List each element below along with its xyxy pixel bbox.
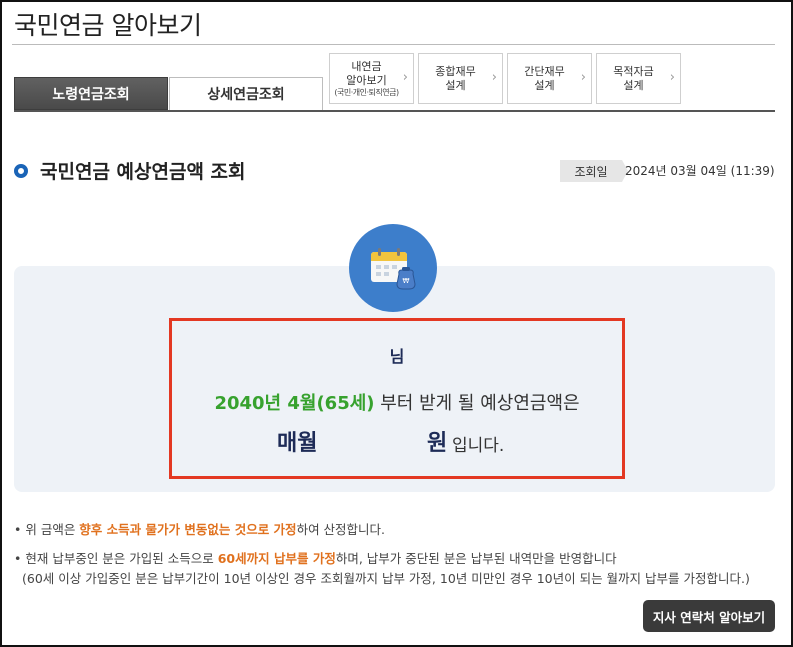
tab-simple-line1: 간단재무 bbox=[524, 64, 565, 78]
tab-bar: 노령연금조회 상세연금조회 내연금 알아보기 (국민·개인·퇴직연금) › 종합… bbox=[14, 50, 775, 112]
note-assumption: • 위 금액은 향후 소득과 물가가 변동없는 것으로 가정하여 산정합니다. bbox=[14, 519, 385, 538]
page-title: 국민연금 알아보기 bbox=[14, 11, 202, 40]
pension-start-period: 2040년 4월(65세) bbox=[214, 393, 375, 414]
chevron-right-icon: › bbox=[491, 70, 497, 85]
calendar-money-icon: ₩ bbox=[371, 248, 416, 290]
pension-period-text: 부터 받게 될 예상연금액은 bbox=[374, 393, 580, 414]
won-label: 원 bbox=[427, 431, 448, 456]
chevron-right-icon: › bbox=[669, 70, 675, 85]
monthly-label: 매월 bbox=[277, 431, 318, 456]
lookup-date-value: 2024년 03월 04일 (11:39) bbox=[625, 164, 775, 178]
pension-amount-line: 매월 원 입니다. bbox=[277, 425, 577, 459]
tab-simple-line2: 설계 bbox=[534, 78, 555, 92]
amount-suffix: 입니다. bbox=[452, 436, 505, 456]
tab-comprehensive-line1: 종합재무 bbox=[435, 64, 476, 78]
note-2-prefix: • 현재 납부중인 분은 가입된 소득으로 bbox=[14, 551, 218, 566]
tab-detailed-pension-lookup[interactable]: 상세연금조회 bbox=[169, 77, 323, 110]
note-1-emphasis: 향후 소득과 물가가 변동없는 것으로 가정 bbox=[79, 522, 297, 537]
note-1-prefix: • 위 금액은 bbox=[14, 522, 80, 537]
chevron-right-icon: › bbox=[580, 70, 586, 85]
title-divider bbox=[12, 44, 775, 45]
chevron-right-icon: › bbox=[402, 70, 408, 85]
branch-contact-button[interactable]: 지사 연락처 알아보기 bbox=[643, 600, 775, 632]
tab-comprehensive-financial-plan[interactable]: 종합재무 설계 › bbox=[418, 53, 503, 104]
tab-my-pension[interactable]: 내연금 알아보기 (국민·개인·퇴직연금) › bbox=[329, 53, 414, 104]
note-2-suffix: 하며, 납부가 중단된 분은 납부된 내역만을 반영합니다 bbox=[335, 551, 617, 566]
tab-bar-rule bbox=[14, 110, 775, 112]
note-over-60: (60세 이상 가입중인 분은 납부기간이 10년 이상인 경우 조회월까지 납… bbox=[22, 571, 750, 586]
tab-comprehensive-line2: 설계 bbox=[445, 78, 466, 92]
tab-my-pension-sub: (국민·개인·퇴직연금) bbox=[334, 87, 399, 97]
calendar-badge: ₩ bbox=[349, 224, 437, 312]
expected-pension-box: 님 2040년 4월(65세) 부터 받게 될 예상연금액은 매월 원 입니다. bbox=[169, 318, 625, 479]
note-1-suffix: 하여 산정합니다. bbox=[296, 522, 386, 537]
lookup-date-label: 조회일 bbox=[560, 160, 622, 182]
tab-old-age-pension-lookup[interactable]: 노령연금조회 bbox=[14, 77, 168, 110]
tab-my-pension-line2: 알아보기 bbox=[346, 73, 387, 87]
note-2-emphasis: 60세까지 납부를 가정 bbox=[217, 551, 336, 566]
section-header: 국민연금 예상연금액 조회 조회일 2024년 03월 04일 (11:39) bbox=[14, 157, 775, 183]
tab-simple-financial-plan[interactable]: 간단재무 설계 › bbox=[507, 53, 592, 104]
tab-purpose-line1: 목적자금 bbox=[613, 64, 654, 78]
user-name-suffix: 님 bbox=[389, 347, 405, 366]
pension-period-line: 2040년 4월(65세) 부터 받게 될 예상연금액은 bbox=[172, 389, 622, 415]
tab-purpose-fund-plan[interactable]: 목적자금 설계 › bbox=[596, 53, 681, 104]
note-payment-assumption: • 현재 납부중인 분은 가입된 소득으로 60세까지 납부를 가정하며, 납부… bbox=[14, 548, 617, 567]
svg-text:₩: ₩ bbox=[403, 277, 410, 285]
section-bullet-icon bbox=[14, 164, 28, 178]
section-title: 국민연금 예상연금액 조회 bbox=[40, 161, 246, 183]
tab-purpose-line2: 설계 bbox=[623, 78, 644, 92]
tab-my-pension-line1: 내연금 bbox=[351, 59, 382, 73]
